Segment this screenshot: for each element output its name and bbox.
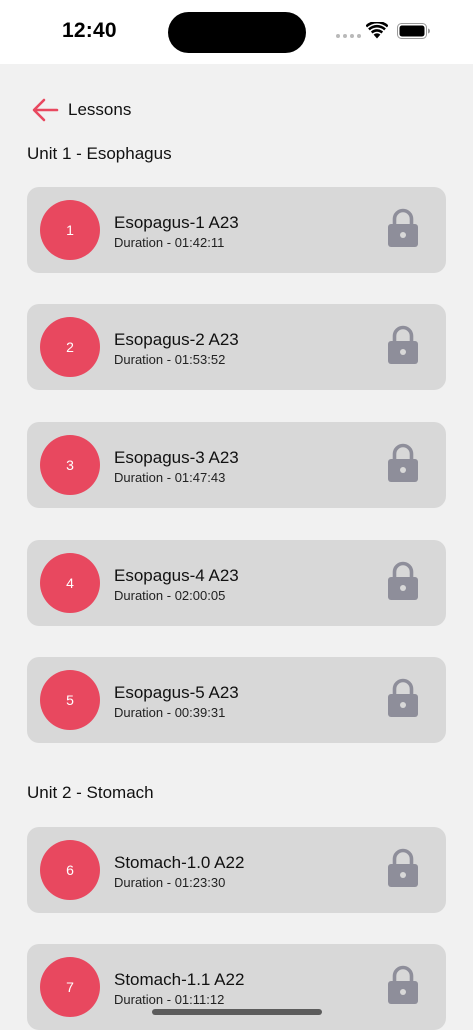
lesson-card[interactable]: 1 Esopagus-1 A23 Duration - 01:42:11 bbox=[27, 187, 446, 273]
unit-heading: Unit 1 - Esophagus bbox=[27, 144, 172, 163]
lesson-title: Esopagus-3 A23 bbox=[114, 448, 239, 467]
lesson-duration: Duration - 01:23:30 bbox=[114, 875, 226, 890]
lesson-duration: Duration - 01:11:12 bbox=[114, 992, 225, 1007]
lesson-card[interactable]: 2 Esopagus-2 A23 Duration - 01:53:52 bbox=[27, 304, 446, 390]
back-button[interactable] bbox=[30, 97, 60, 123]
lesson-title: Stomach-1.1 A22 bbox=[114, 970, 245, 989]
battery-icon bbox=[397, 23, 430, 39]
lock-icon bbox=[388, 678, 418, 717]
lesson-duration: Duration - 00:39:31 bbox=[114, 705, 226, 720]
lesson-title: Esopagus-5 A23 bbox=[114, 683, 239, 702]
lesson-card[interactable]: 6 Stomach-1.0 A22 Duration - 01:23:30 bbox=[27, 827, 446, 913]
page-title: Lessons bbox=[68, 100, 132, 119]
lock-icon bbox=[388, 443, 418, 482]
wifi-icon bbox=[366, 22, 388, 39]
lesson-card[interactable]: 7 Stomach-1.1 A22 Duration - 01:11:12 bbox=[27, 944, 446, 1030]
unit-heading: Unit 2 - Stomach bbox=[27, 783, 154, 802]
lock-icon bbox=[388, 208, 418, 247]
lesson-number-badge: 2 bbox=[40, 317, 100, 377]
status-time: 12:40 bbox=[62, 19, 117, 42]
cellular-signal-icon bbox=[336, 34, 361, 38]
lesson-duration: Duration - 01:53:52 bbox=[114, 352, 226, 367]
lesson-number-badge: 7 bbox=[40, 957, 100, 1017]
lesson-card[interactable]: 3 Esopagus-3 A23 Duration - 01:47:43 bbox=[27, 422, 446, 508]
arrow-left-icon bbox=[32, 98, 59, 122]
lesson-title: Esopagus-2 A23 bbox=[114, 330, 239, 349]
lock-icon bbox=[388, 325, 418, 364]
status-bar: 12:40 bbox=[0, 0, 473, 64]
lesson-number-badge: 4 bbox=[40, 553, 100, 613]
lesson-title: Esopagus-1 A23 bbox=[114, 213, 239, 232]
lesson-duration: Duration - 01:42:11 bbox=[114, 235, 225, 250]
lock-icon bbox=[388, 561, 418, 600]
lesson-title: Stomach-1.0 A22 bbox=[114, 853, 245, 872]
lesson-number-badge: 1 bbox=[40, 200, 100, 260]
lesson-duration: Duration - 02:00:05 bbox=[114, 588, 226, 603]
lesson-number-badge: 5 bbox=[40, 670, 100, 730]
dynamic-island bbox=[168, 12, 306, 53]
lock-icon bbox=[388, 848, 418, 887]
lesson-number-badge: 3 bbox=[40, 435, 100, 495]
lesson-card[interactable]: 4 Esopagus-4 A23 Duration - 02:00:05 bbox=[27, 540, 446, 626]
lesson-card[interactable]: 5 Esopagus-5 A23 Duration - 00:39:31 bbox=[27, 657, 446, 743]
lesson-number-badge: 6 bbox=[40, 840, 100, 900]
lock-icon bbox=[388, 965, 418, 1004]
home-indicator bbox=[152, 1009, 322, 1015]
lesson-title: Esopagus-4 A23 bbox=[114, 566, 239, 585]
lesson-duration: Duration - 01:47:43 bbox=[114, 470, 226, 485]
